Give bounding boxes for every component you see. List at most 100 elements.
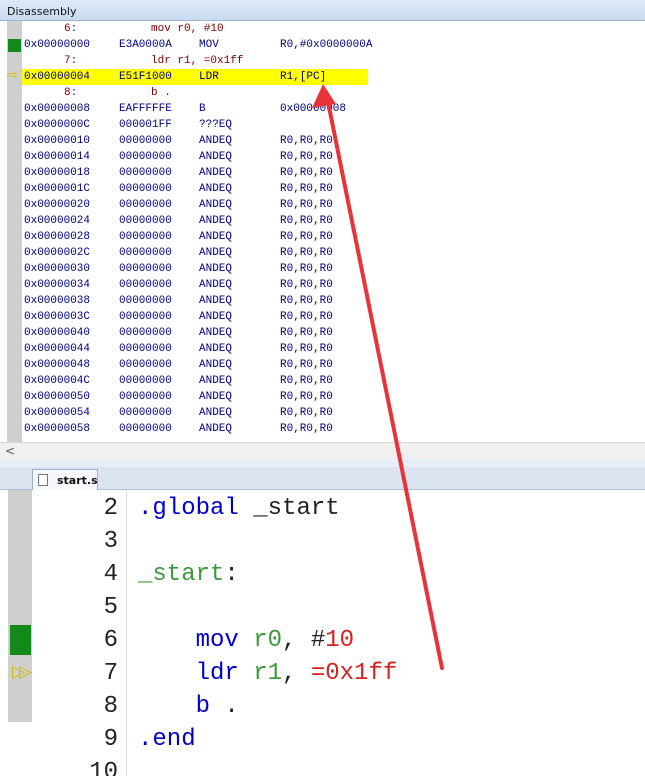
instruction-operands: R0,R0,R0 bbox=[280, 311, 333, 323]
instruction-address: 0x00000040 bbox=[24, 327, 91, 339]
line-number: 4 bbox=[103, 561, 118, 588]
instruction-opcode: 00000000 bbox=[119, 391, 172, 403]
instruction-row[interactable]: 0x00000034 00000000 ANDEQ R0,R0,R0 bbox=[0, 277, 645, 293]
instruction-row[interactable]: 0x0000004C 00000000 ANDEQ R0,R0,R0 bbox=[0, 373, 645, 389]
code-token: . bbox=[210, 693, 239, 720]
instruction-row[interactable]: 0x00000028 00000000 ANDEQ R0,R0,R0 bbox=[0, 229, 645, 245]
instruction-row[interactable]: 0x00000024 00000000 ANDEQ R0,R0,R0 bbox=[0, 213, 645, 229]
instruction-opcode: 00000000 bbox=[119, 183, 172, 195]
code-token: : bbox=[224, 561, 239, 588]
instruction-row[interactable]: 0x0000003C 00000000 ANDEQ R0,R0,R0 bbox=[0, 309, 645, 325]
instruction-address: 0x00000058 bbox=[24, 423, 91, 435]
line-number: 5 bbox=[103, 594, 118, 621]
instruction-opcode: 00000000 bbox=[119, 375, 172, 387]
code-token: 10 bbox=[325, 627, 355, 654]
instruction-row[interactable]: 0x00000054 00000000 ANDEQ R0,R0,R0 bbox=[0, 405, 645, 421]
instruction-address: 0x0000002C bbox=[24, 247, 91, 259]
instruction-operands: R0,R0,R0 bbox=[280, 247, 333, 259]
instruction-opcode: EAFFFFFE bbox=[119, 103, 172, 115]
scroll-left-arrow-icon[interactable]: < bbox=[3, 443, 17, 459]
code-token: r0 bbox=[238, 627, 283, 654]
code-line[interactable]: mov r0, #10 bbox=[138, 624, 354, 657]
source-line[interactable]: 6: mov r0, #10 bbox=[0, 21, 645, 37]
disassembly-title: Disassembly bbox=[7, 5, 77, 18]
current-instruction-row[interactable]: 0x00000004 E51F1000 LDR R1,[PC] bbox=[22, 69, 368, 85]
instruction-opcode: 00000000 bbox=[119, 215, 172, 227]
instruction-mnemonic: ANDEQ bbox=[199, 327, 233, 339]
instruction-row[interactable]: 0x00000014 00000000 ANDEQ R0,R0,R0 bbox=[0, 149, 645, 165]
instruction-row[interactable]: 0x00000038 00000000 ANDEQ R0,R0,R0 bbox=[0, 293, 645, 309]
tab-start-s[interactable]: start.s bbox=[32, 469, 98, 490]
instruction-operands: R0,R0,R0 bbox=[280, 263, 333, 275]
source-editor[interactable]: 2 .global _start 3 4 _start: 5 6 mov r0, #10 7 … bbox=[0, 490, 645, 776]
code-line[interactable]: ldr r1, =0x1ff bbox=[138, 657, 398, 690]
instruction-row[interactable]: 0x00000048 00000000 ANDEQ R0,R0,R0 bbox=[0, 357, 645, 373]
instruction-address: 0x00000004 bbox=[24, 71, 91, 83]
code-token: .end bbox=[138, 726, 196, 753]
instruction-row[interactable]: 0x00000058 00000000 ANDEQ R0,R0,R0 bbox=[0, 421, 645, 437]
instruction-address: 0x00000018 bbox=[24, 167, 91, 179]
instruction-operands: R0,R0,R0 bbox=[280, 343, 333, 355]
instruction-opcode: 00000000 bbox=[119, 231, 172, 243]
instruction-opcode: 00000000 bbox=[119, 151, 172, 163]
instruction-row[interactable]: 0x00000044 00000000 ANDEQ R0,R0,R0 bbox=[0, 341, 645, 357]
instruction-operands: R0,R0,R0 bbox=[280, 279, 333, 291]
disassembly-listing[interactable]: 6: mov r0, #10 0x00000000 E3A0000A MOV R0,#0x… bbox=[0, 21, 645, 442]
instruction-row[interactable]: 0x00000050 00000000 ANDEQ R0,R0,R0 bbox=[0, 389, 645, 405]
instruction-opcode: 00000000 bbox=[119, 311, 172, 323]
code-token: _start bbox=[253, 495, 340, 522]
instruction-row[interactable]: 0x00000018 00000000 ANDEQ R0,R0,R0 bbox=[0, 165, 645, 181]
source-line[interactable]: 7: ldr r1, =0x1ff bbox=[0, 53, 645, 69]
editor-separator bbox=[126, 490, 127, 776]
instruction-operands: R0,R0,R0 bbox=[280, 295, 333, 307]
code-token: .global bbox=[138, 495, 239, 522]
code-line[interactable]: .global _start bbox=[138, 492, 340, 525]
instruction-address: 0x00000020 bbox=[24, 199, 91, 211]
instruction-mnemonic: LDR bbox=[199, 71, 219, 83]
instruction-row[interactable]: 0x00000030 00000000 ANDEQ R0,R0,R0 bbox=[0, 261, 645, 277]
instruction-address: 0x00000048 bbox=[24, 359, 91, 371]
instruction-row[interactable]: 0x0000000C 000001FF ???EQ bbox=[0, 117, 645, 133]
instruction-operands: R0,R0,R0 bbox=[280, 199, 333, 211]
code-line[interactable]: b . bbox=[138, 690, 239, 723]
instruction-address: 0x00000044 bbox=[24, 343, 91, 355]
disassembly-titlebar: Disassembly bbox=[0, 0, 645, 21]
source-line-number: 7: bbox=[64, 55, 78, 67]
instruction-row[interactable]: 0x00000010 00000000 ANDEQ R0,R0,R0 bbox=[0, 133, 645, 149]
code-token: ldr bbox=[138, 660, 239, 687]
instruction-row[interactable]: 0x0000001C 00000000 ANDEQ R0,R0,R0 bbox=[0, 181, 645, 197]
instruction-mnemonic: ANDEQ bbox=[199, 231, 233, 243]
code-line[interactable]: .end bbox=[138, 723, 196, 756]
source-line[interactable]: 8: b . bbox=[0, 85, 645, 101]
instruction-opcode: E51F1000 bbox=[119, 71, 172, 83]
instruction-mnemonic: ANDEQ bbox=[199, 311, 233, 323]
instruction-mnemonic: ANDEQ bbox=[199, 183, 233, 195]
instruction-address: 0x00000008 bbox=[24, 103, 91, 115]
code-line[interactable]: _start: bbox=[138, 558, 239, 591]
instruction-row[interactable]: 0x00000040 00000000 ANDEQ R0,R0,R0 bbox=[0, 325, 645, 341]
instruction-mnemonic: ANDEQ bbox=[199, 423, 233, 435]
instruction-operands: R0,R0,R0 bbox=[280, 327, 333, 339]
instruction-mnemonic: ANDEQ bbox=[199, 279, 233, 291]
instruction-row[interactable]: 0x00000020 00000000 ANDEQ R0,R0,R0 bbox=[0, 197, 645, 213]
instruction-address: 0x0000003C bbox=[24, 311, 91, 323]
code-token: mov bbox=[138, 627, 239, 654]
editor-breakpoint-margin[interactable] bbox=[8, 490, 32, 722]
instruction-opcode: 00000000 bbox=[119, 135, 172, 147]
instruction-operands: R0,R0,R0 bbox=[280, 183, 333, 195]
instruction-operands: R0,R0,R0 bbox=[280, 423, 333, 435]
instruction-row[interactable]: 0x00000000 E3A0000A MOV R0,#0x0000000A bbox=[0, 37, 645, 53]
panel-splitter[interactable] bbox=[0, 459, 645, 467]
instruction-row[interactable]: 0x0000002C 00000000 ANDEQ R0,R0,R0 bbox=[0, 245, 645, 261]
instruction-opcode: 00000000 bbox=[119, 295, 172, 307]
instruction-mnemonic: ANDEQ bbox=[199, 343, 233, 355]
current-pc-arrow-icon: ⇨ bbox=[7, 68, 18, 83]
instruction-row[interactable]: 0x00000008 EAFFFFFE B 0x00000008 bbox=[0, 101, 645, 117]
instruction-operands: R0,R0,R0 bbox=[280, 375, 333, 387]
instruction-operands: R0,#0x0000000A bbox=[280, 39, 373, 51]
instruction-mnemonic: ANDEQ bbox=[199, 263, 233, 275]
instruction-address: 0x00000054 bbox=[24, 407, 91, 419]
instruction-mnemonic: ANDEQ bbox=[199, 295, 233, 307]
horizontal-scrollbar[interactable]: < bbox=[0, 442, 645, 459]
